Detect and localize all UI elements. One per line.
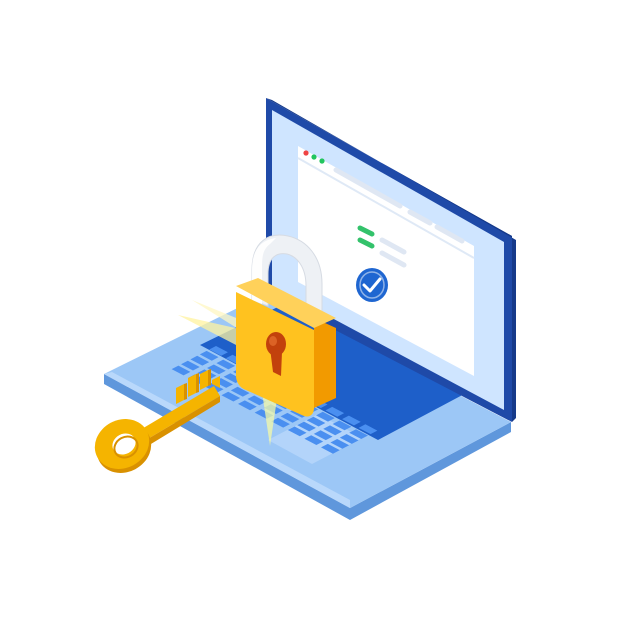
window-min-dot bbox=[319, 158, 325, 164]
window-max-dot bbox=[311, 154, 317, 160]
laptop-security-svg bbox=[94, 98, 516, 520]
checkmark-icon bbox=[356, 268, 388, 302]
padlock-side bbox=[314, 318, 336, 408]
window-close-dot bbox=[303, 150, 309, 156]
security-illustration bbox=[0, 0, 626, 626]
